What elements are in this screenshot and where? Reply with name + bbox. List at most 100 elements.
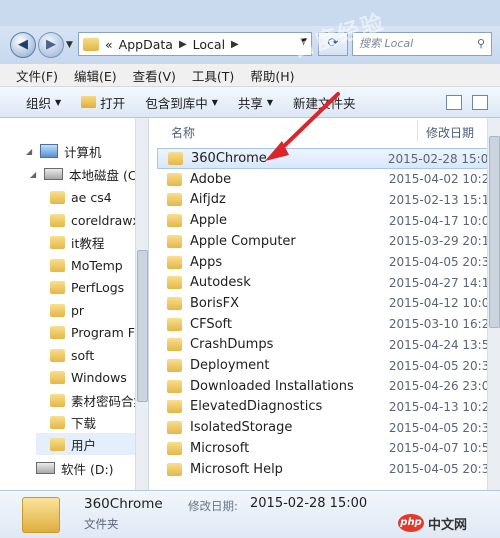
folder-icon [50,258,65,272]
nav-folder[interactable]: Windows [50,366,127,388]
folder-icon [22,497,60,533]
column-name[interactable]: 名称 [171,124,195,141]
nav-folder[interactable]: pr [50,299,84,321]
drive-icon [44,168,63,180]
file-row[interactable]: IsolatedStorage 2015-04-05 20:34 [157,417,497,438]
open-label: 打开 [100,95,126,111]
breadcrumb-appdata[interactable]: AppData [119,37,173,52]
folder-icon [50,437,65,451]
file-row[interactable]: Apple Computer 2015-03-29 20:11 [157,231,497,252]
computer-icon [40,144,58,158]
menu-bar: 文件(F) 编辑(E) 查看(V) 工具(T) 帮助(H) [0,64,500,87]
nav-folder-label: Windows [71,369,127,385]
new-folder-button[interactable]: 新建文件夹 [283,93,366,112]
column-modified[interactable]: 修改日期 [426,124,474,141]
chevron-right-icon[interactable]: ▶ [179,39,187,50]
folder-icon [168,152,183,165]
file-row[interactable]: CrashDumps 2015-04-24 13:51 [157,334,497,355]
nav-folder[interactable]: 素材密码合集 [50,389,146,411]
open-folder-icon [81,96,97,108]
refresh-button[interactable]: ⟳ [318,32,348,56]
nav-scrollbar[interactable] [135,118,148,490]
file-row-selected[interactable]: 360Chrome 2015-02-28 15:00 [157,148,497,169]
file-row[interactable]: CFSoft 2015-03-10 16:27 [157,314,497,335]
nav-folder-selected[interactable]: 用户 [36,433,146,455]
file-row[interactable]: ElevatedDiagnostics 2015-04-13 10:27 [157,396,497,417]
nav-folder[interactable]: MoTemp [50,254,123,276]
file-row[interactable]: Adobe 2015-04-02 10:21 [157,169,497,190]
back-button[interactable]: ◀ [10,32,36,58]
file-row[interactable]: Apps 2015-04-05 20:33 [157,252,497,273]
folder-icon [50,190,65,204]
breadcrumb-local[interactable]: Local [193,37,225,52]
search-placeholder: 搜索 Local [359,37,414,50]
nav-folder-label: 下载 [71,415,97,431]
file-row[interactable]: Downloaded Installations 2015-04-26 23:01 [157,376,497,397]
folder-icon [167,255,182,269]
details-modified-label: 修改日期: [188,499,238,513]
file-date: 2015-04-05 20:33 [388,255,497,269]
share-button[interactable]: 共享 ▼ [228,93,283,112]
view-options-icon[interactable] [446,95,462,110]
list-scrollbar-thumb[interactable] [489,136,500,328]
nav-drive-d-label: 软件 (D:) [61,461,114,477]
address-dropdown-icon[interactable]: ▼ [300,37,307,47]
file-row[interactable]: Microsoft 2015-04-07 10:51 [157,438,497,459]
nav-scrollbar-thumb[interactable] [137,250,148,402]
menu-file[interactable]: 文件(F) [0,66,66,85]
folder-icon [50,370,65,384]
nav-folder[interactable]: soft [50,344,94,366]
include-in-library-button[interactable]: 包含到库中 ▼ [135,93,228,112]
nav-folder[interactable]: PerfLogs [50,276,124,298]
nav-computer[interactable]: ◢ 计算机 [26,140,102,162]
collapse-icon[interactable]: ◢ [26,147,34,156]
help-icon[interactable] [472,95,488,110]
details-type: 文件夹 [84,517,119,531]
search-icon[interactable]: ⚲ [477,33,485,55]
list-scrollbar[interactable] [487,118,500,490]
file-row[interactable]: Aifjdz 2015-02-13 15:18 [157,189,497,210]
nav-folder[interactable]: 下载 [50,411,96,433]
menu-view[interactable]: 查看(V) [125,66,184,85]
address-bar[interactable]: « AppData ▶ Local ▶ ▼ [78,32,312,56]
folder-icon [167,379,182,393]
file-row[interactable]: Apple 2015-04-17 10:04 [157,210,497,231]
folder-icon [167,421,182,435]
folder-icon [50,348,65,362]
file-name: CFSoft [190,316,232,332]
column-header: 名称 修改日期 [149,118,500,144]
file-name: Downloaded Installations [190,378,354,394]
site-name: 中文网 [428,517,468,533]
menu-help[interactable]: 帮助(H) [242,66,302,85]
folder-icon [50,303,65,317]
nav-drive-d[interactable]: 软件 (D:) [36,457,114,479]
recent-pages-dropdown[interactable]: ▼ [66,40,73,50]
organize-button[interactable]: 组织 ▼ [0,93,71,112]
open-button[interactable]: 打开 [71,93,135,112]
file-row[interactable]: Deployment 2015-04-05 20:33 [157,355,497,376]
chevron-right-icon[interactable]: ▶ [231,39,239,50]
breadcrumb-overflow[interactable]: « [105,37,113,52]
file-name: Apple [190,213,228,229]
column-divider[interactable] [417,120,418,142]
php-logo-icon: php [398,514,424,532]
file-date: 2015-04-07 10:51 [388,441,497,456]
nav-folder[interactable]: it教程 [50,231,104,253]
nav-folder[interactable]: ae cs4 [50,186,112,208]
forward-button[interactable]: ▶ [38,32,64,58]
menu-edit[interactable]: 编辑(E) [66,66,125,85]
nav-drive-c[interactable]: ◢ 本地磁盘 (C:) [30,163,146,185]
folder-icon [167,296,182,310]
file-row[interactable]: Autodesk 2015-04-27 14:10 [157,272,497,293]
folder-icon [167,193,182,207]
collapse-icon[interactable]: ◢ [30,170,38,179]
menu-tools[interactable]: 工具(T) [184,66,242,85]
file-row[interactable]: BorisFX 2015-04-12 10:07 [157,293,497,314]
file-row[interactable]: Microsoft Help 2015-04-05 20:34 [157,459,497,480]
share-label: 共享 [237,95,263,111]
file-name: Microsoft Help [190,461,283,477]
nav-folder[interactable]: coreldrawx7 [50,209,148,231]
file-date: 2015-04-02 10:21 [388,172,497,187]
folder-icon [83,37,99,51]
search-input[interactable]: 搜索 Local ⚲ [352,32,492,56]
